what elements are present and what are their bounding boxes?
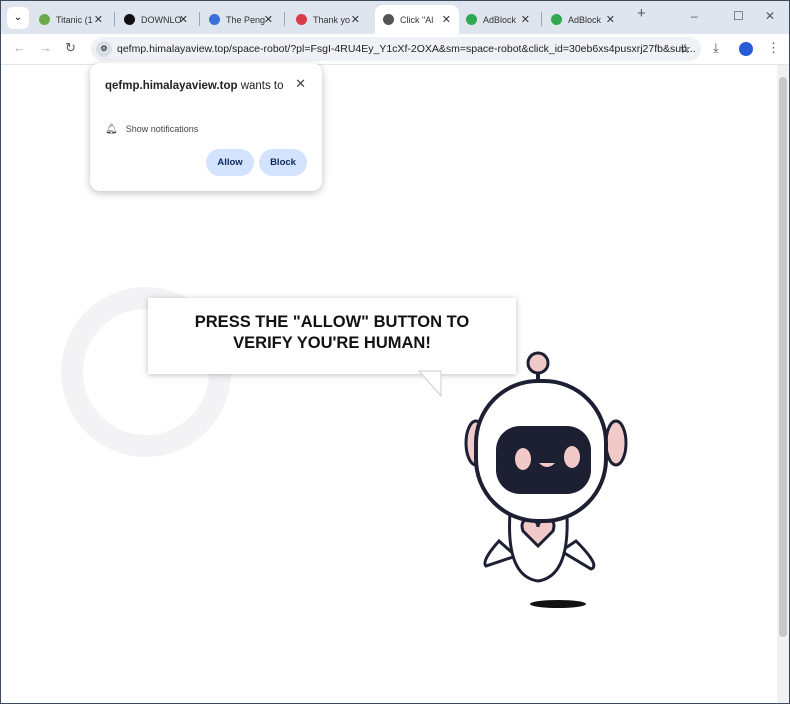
tab-6[interactable]: AdBlock ✕	[458, 5, 538, 34]
tab-close-icon[interactable]: ✕	[521, 13, 530, 26]
tab-separator	[114, 12, 115, 26]
menu-icon[interactable]: ⋮	[767, 40, 780, 56]
tab-label: Click "Al	[400, 14, 434, 25]
toolbar: ← → ↻ ⚙ qefmp.himalayaview.top/space-rob…	[1, 34, 789, 64]
verify-message: PRESS THE "ALLOW" BUTTON TO VERIFY YOU'R…	[194, 313, 470, 352]
browser-window: ⌄ Titanic (1 ✕ DOWNLO ✕ The Peng ✕ Thank yo ✕ Cl…	[1, 1, 789, 703]
url-text[interactable]: qefmp.himalayaview.top/space-robot/?pl=F…	[117, 43, 696, 55]
tab-close-icon[interactable]: ✕	[351, 13, 360, 26]
reload-icon[interactable]: ↻	[65, 40, 76, 56]
tab-close-icon[interactable]: ✕	[179, 13, 188, 26]
tab-3[interactable]: The Peng ✕	[201, 5, 281, 34]
scrollbar[interactable]	[777, 65, 789, 703]
forward-icon[interactable]: →	[39, 40, 52, 55]
robot-illustration	[417, 351, 628, 608]
tab-7[interactable]: AdBlock ✕	[543, 5, 623, 34]
tab-close-icon[interactable]: ✕	[606, 13, 615, 26]
tab-close-icon[interactable]: ✕	[264, 13, 273, 26]
tab-label: Thank yo	[313, 14, 351, 25]
tab-search-button[interactable]: ⌄	[7, 7, 29, 29]
address-bar[interactable]: ⚙ qefmp.himalayaview.top/space-robot/?pl…	[91, 37, 701, 61]
opera-icon	[296, 14, 307, 25]
download-site-icon	[124, 14, 135, 25]
close-window-button[interactable]: ✕	[765, 9, 775, 23]
titanic-icon	[39, 14, 50, 25]
tab-5[interactable]: Click "Al ✕	[375, 5, 459, 34]
tab-label: AdBlock	[483, 14, 517, 25]
tab-separator	[284, 12, 285, 26]
back-icon[interactable]: ←	[13, 40, 26, 55]
notification-permission-popup: qefmp.himalayaview.top wants to ✕ 🔔︎ Show…	[90, 63, 322, 191]
new-tab-button[interactable]: +	[637, 5, 646, 22]
bookmark-star-icon[interactable]: ☆	[679, 41, 691, 57]
loading-spinner-icon	[209, 14, 220, 25]
scrollbar-thumb[interactable]	[779, 77, 787, 637]
popup-close-icon[interactable]: ✕	[295, 76, 306, 92]
maximize-button[interactable]: ☐	[733, 9, 744, 23]
tab-1[interactable]: Titanic (1 ✕	[31, 5, 111, 34]
tab-bar: ⌄ Titanic (1 ✕ DOWNLO ✕ The Peng ✕ Thank yo ✕ Cl…	[1, 1, 789, 34]
tab-label: AdBlock	[568, 14, 602, 25]
robot-shadow	[530, 600, 586, 608]
shield-icon	[466, 14, 477, 25]
download-icon[interactable]: ⤓	[713, 40, 719, 56]
tab-close-icon[interactable]: ✕	[94, 13, 103, 26]
tab-separator	[541, 12, 542, 26]
popup-wants: wants to	[237, 80, 284, 92]
tab-2[interactable]: DOWNLO ✕	[116, 5, 196, 34]
allow-button[interactable]: Allow	[206, 149, 254, 176]
bell-icon: 🔔︎	[105, 124, 118, 135]
permission-label: Show notifications	[125, 124, 199, 134]
tab-label: Titanic (1	[56, 14, 93, 25]
block-button[interactable]: Block	[259, 149, 307, 176]
bubble-tail	[417, 370, 442, 398]
tab-separator	[199, 12, 200, 26]
popup-site: qefmp.himalayaview.top	[105, 80, 238, 92]
profile-avatar[interactable]	[739, 42, 753, 56]
site-info-icon[interactable]: ⚙	[96, 41, 112, 57]
tab-label: DOWNLO	[141, 14, 182, 25]
antenna	[526, 351, 550, 375]
tab-4[interactable]: Thank yo ✕	[288, 5, 368, 34]
tab-close-icon[interactable]: ✕	[442, 13, 451, 26]
tab-label: The Peng	[226, 14, 266, 25]
shield-icon	[551, 14, 562, 25]
robot-icon	[383, 14, 394, 25]
minimize-button[interactable]: –	[691, 9, 698, 23]
